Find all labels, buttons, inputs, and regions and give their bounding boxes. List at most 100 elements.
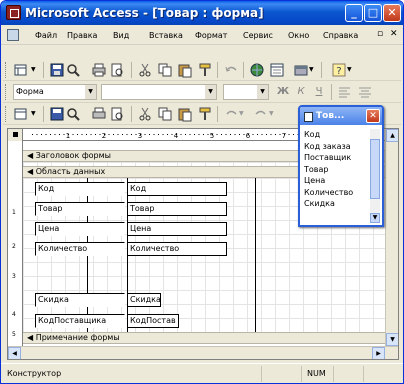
ruler-tick (50, 134, 51, 135)
label-quantity[interactable]: Количество (35, 242, 125, 256)
form-header-label: Заголовок формы (35, 151, 111, 160)
bold-button[interactable]: Ж (275, 84, 291, 100)
align-left-icon[interactable] (337, 84, 353, 100)
label-price[interactable]: Цена (35, 222, 125, 236)
cut-icon[interactable] (137, 106, 153, 122)
hyperlink-icon[interactable] (249, 62, 265, 78)
field-item[interactable]: Товар (304, 164, 370, 176)
redo-dropdown-icon[interactable]: ▼ (269, 106, 277, 122)
field-item[interactable]: Количество (304, 187, 370, 199)
help-icon[interactable]: ? (331, 62, 347, 78)
textbox-quantity[interactable]: Количество (127, 242, 227, 256)
horizontal-scrollbar[interactable]: ◀ ▶ (8, 346, 398, 359)
chevron-down-icon[interactable]: ▼ (85, 85, 96, 99)
menu-insert[interactable]: Вставка (149, 31, 183, 40)
paste-icon[interactable] (177, 62, 193, 78)
underline-button[interactable]: Ч (311, 84, 327, 100)
object-combo[interactable]: Форма ▼ (13, 84, 97, 100)
chevron-down-icon[interactable]: ▼ (205, 85, 216, 99)
textbox-product[interactable]: Товар (127, 202, 227, 216)
field-list-icon[interactable] (269, 62, 285, 78)
menu-help[interactable]: Справка (323, 31, 358, 40)
toolbar-grip[interactable] (5, 84, 8, 100)
label-supplier-code[interactable]: КодПоставщика (35, 314, 125, 328)
ruler-tick (194, 134, 195, 135)
form-doc-icon[interactable] (7, 29, 19, 41)
menu-format[interactable]: Формат (195, 31, 227, 40)
field-list-window[interactable]: Тов... ✕ Код Код заказа Поставщик Товар … (298, 105, 384, 227)
access-app-icon[interactable] (6, 5, 21, 20)
menu-file[interactable]: Файл (35, 31, 57, 40)
form-footer-bar[interactable]: ◀ Примечание формы (23, 332, 395, 344)
toolbar-grip[interactable] (5, 106, 8, 122)
align-center-icon[interactable] (357, 84, 373, 100)
view-icon[interactable] (13, 106, 29, 122)
toolbox-dropdown-icon[interactable]: ▼ (309, 62, 317, 78)
mdi-close-button[interactable]: ✕ (390, 29, 398, 39)
copy-icon[interactable] (157, 106, 173, 122)
ruler-tick (41, 134, 42, 135)
mdi-restore-button[interactable]: ▫ (377, 29, 383, 39)
print-preview-icon[interactable] (109, 62, 125, 78)
field-list-scrollbar[interactable]: ▼ (370, 129, 380, 223)
scroll-down-icon[interactable]: ▼ (370, 213, 380, 223)
textbox-price[interactable]: Цена (127, 222, 227, 236)
scroll-right-icon[interactable]: ▶ (372, 347, 385, 359)
font-size-combo[interactable]: ▼ (223, 84, 269, 100)
textbox-code[interactable]: Код (127, 182, 227, 196)
field-list-close-button[interactable]: ✕ (366, 109, 380, 123)
maximize-button[interactable]: □ (364, 4, 382, 22)
menu-edit[interactable]: Правка (67, 31, 97, 40)
ruler-mark: 2 (102, 132, 106, 140)
textbox-supplier-code[interactable]: КодПостав (127, 314, 179, 328)
field-item[interactable]: Скидка (304, 198, 370, 210)
view-dropdown-icon[interactable]: ▼ (31, 106, 39, 122)
vertical-scrollbar[interactable]: ▲ ▼ (385, 129, 398, 346)
label-code[interactable]: Код (35, 182, 125, 196)
search-icon[interactable] (65, 106, 81, 122)
label-discount[interactable]: Скидка (35, 293, 125, 307)
field-list-scroll-thumb[interactable] (370, 139, 380, 199)
textbox-discount[interactable]: Скидка (127, 293, 161, 307)
font-combo[interactable]: ▼ (101, 84, 217, 100)
title-bar[interactable]: Microsoft Access - [Товар : форма] _ □ ✕ (1, 1, 403, 25)
minimize-button[interactable]: _ (345, 4, 363, 22)
save-icon[interactable] (49, 62, 65, 78)
toolbox-icon[interactable] (293, 62, 309, 78)
undo-dropdown-icon[interactable]: ▼ (239, 106, 247, 122)
menu-view[interactable]: Вид (113, 31, 129, 40)
italic-button[interactable]: К (293, 84, 309, 100)
format-painter-icon[interactable] (197, 62, 213, 78)
vertical-ruler[interactable]: 1 2 3 4 5 (8, 141, 23, 346)
chevron-down-icon[interactable]: ▼ (257, 85, 268, 99)
format-painter-icon[interactable] (197, 106, 213, 122)
close-button[interactable]: ✕ (383, 4, 401, 22)
search-icon[interactable] (65, 62, 81, 78)
menu-tools[interactable]: Сервис (243, 31, 273, 40)
field-item[interactable]: Код (304, 129, 370, 141)
label-product[interactable]: Товар (35, 202, 125, 216)
ruler-tick (189, 134, 191, 135)
print-icon[interactable] (91, 62, 107, 78)
paste-icon[interactable] (177, 106, 193, 122)
print-preview-icon[interactable] (109, 106, 125, 122)
cut-icon[interactable] (137, 62, 153, 78)
menu-window[interactable]: Окно (288, 31, 309, 40)
undo-icon[interactable] (223, 62, 239, 78)
scroll-down-icon[interactable]: ▼ (386, 333, 398, 346)
view-dropdown-icon[interactable]: ▼ (31, 62, 39, 78)
ruler-tick (117, 134, 119, 135)
view-icon[interactable] (13, 62, 29, 78)
field-item[interactable]: Цена (304, 175, 370, 187)
scroll-up-icon[interactable]: ▲ (386, 129, 398, 142)
scroll-left-icon[interactable]: ◀ (8, 347, 21, 359)
toolbar-grip[interactable] (5, 62, 8, 78)
help-dropdown-icon[interactable]: ▼ (347, 62, 355, 78)
field-item[interactable]: Поставщик (304, 152, 370, 164)
redo-icon[interactable] (253, 106, 269, 122)
print-icon[interactable] (91, 106, 107, 122)
field-item[interactable]: Код заказа (304, 141, 370, 153)
copy-icon[interactable] (157, 62, 173, 78)
save-icon[interactable] (49, 106, 65, 122)
undo-icon[interactable] (223, 106, 239, 122)
